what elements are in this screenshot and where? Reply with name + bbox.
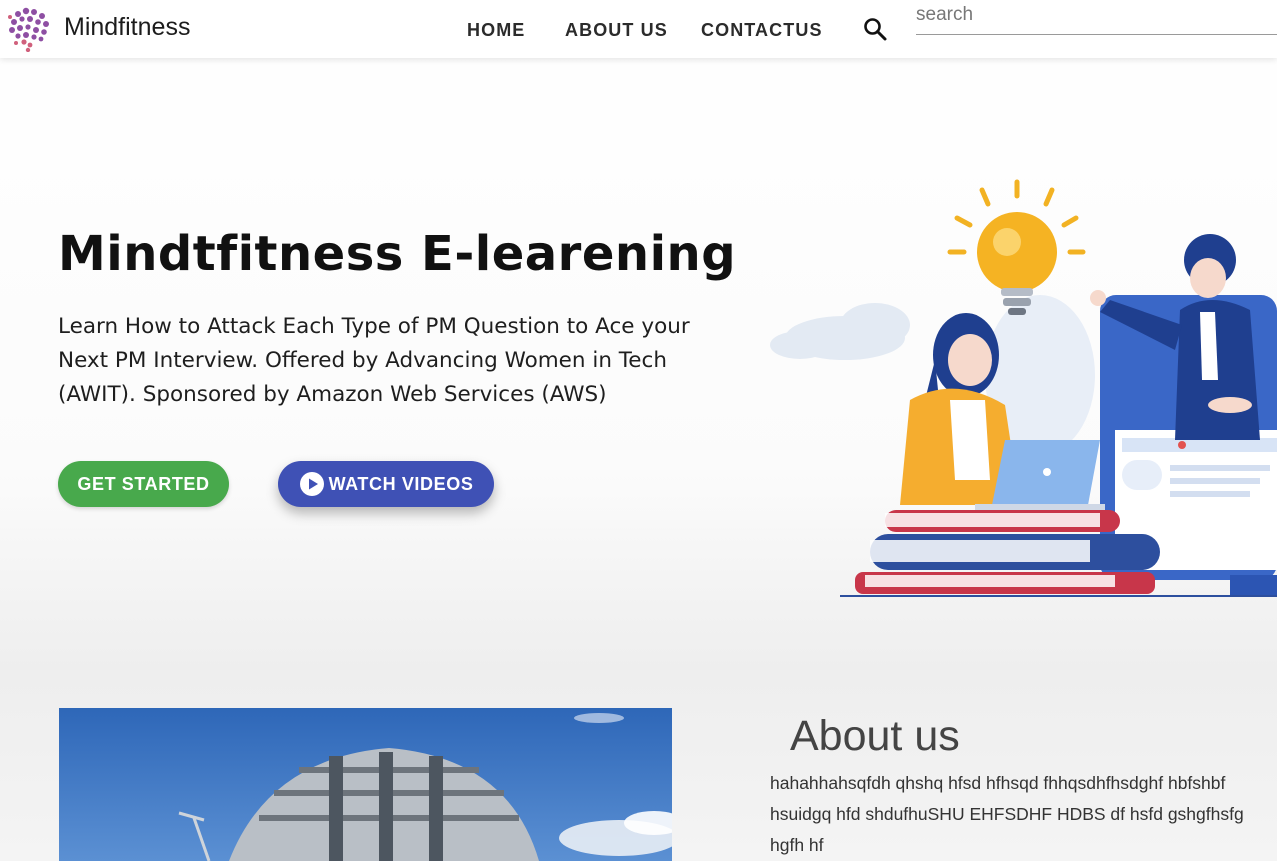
search-field-wrapper bbox=[916, 4, 1277, 35]
brand-link[interactable]: Mindfitness bbox=[4, 4, 190, 52]
hero-subtitle: Learn How to Attack Each Type of PM Ques… bbox=[58, 314, 690, 407]
play-circle-icon bbox=[299, 472, 324, 496]
about-text-line: hgfh hf bbox=[770, 835, 824, 855]
search-icon[interactable] bbox=[862, 16, 888, 42]
brain-icon bbox=[8, 7, 49, 52]
nav-about-us[interactable]: ABOUT US bbox=[565, 20, 668, 41]
search-input[interactable] bbox=[916, 4, 1277, 26]
about-title: About us bbox=[790, 712, 960, 760]
nav-contact-us[interactable]: CONTACTUS bbox=[701, 20, 823, 41]
nav-home[interactable]: HOME bbox=[467, 20, 525, 41]
get-started-label: GET STARTED bbox=[77, 473, 210, 494]
hero-title: Mindtfitness E-learening bbox=[58, 226, 737, 282]
top-navbar: Mindfitness HOME ABOUT US CONTACTUS bbox=[0, 0, 1277, 58]
building-photo bbox=[59, 708, 672, 861]
get-started-button[interactable]: GET STARTED bbox=[58, 461, 229, 507]
elearning-illustration bbox=[770, 179, 1277, 597]
watch-videos-label: WATCH VIDEOS bbox=[328, 473, 474, 494]
about-text-line: hahahhahsqfdh qhshq hfsd hfhsqd fhhqsdhf… bbox=[770, 773, 1226, 793]
about-text-line: hsuidgq hfd shdufhuSHU EHFSDHF HDBS df h… bbox=[770, 804, 1244, 824]
about-text: hahahhahsqfdh qhshq hfsd hfhsqd fhhqsdhf… bbox=[770, 768, 1277, 861]
brand-name: Mindfitness bbox=[64, 12, 191, 41]
watch-videos-button[interactable]: WATCH VIDEOS bbox=[278, 461, 494, 507]
